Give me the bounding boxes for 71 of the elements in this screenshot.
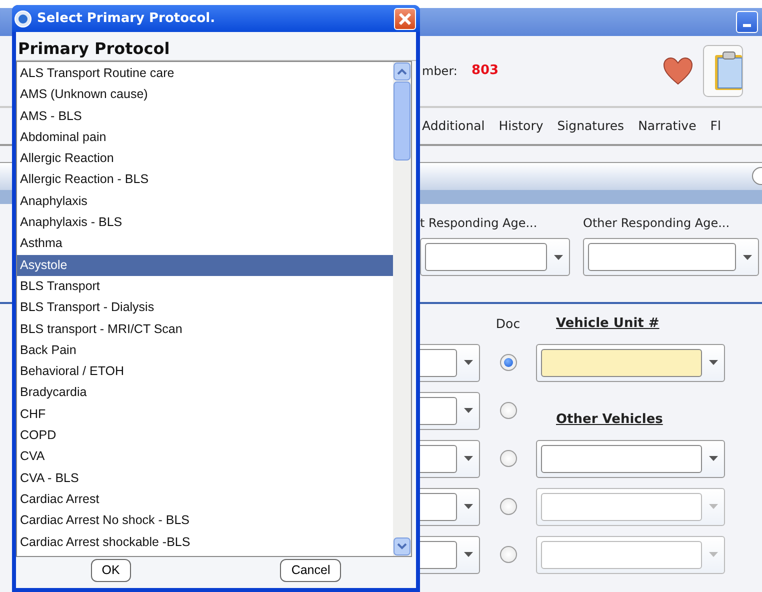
list-item[interactable]: Cardiac Arrest xyxy=(17,488,393,510)
list-item[interactable]: BLS Transport xyxy=(17,276,393,298)
list-item[interactable]: Behavioral / ETOH xyxy=(17,361,393,382)
close-icon xyxy=(398,12,412,26)
caret-icon xyxy=(708,552,718,557)
close-button[interactable] xyxy=(394,8,416,30)
radio-button[interactable] xyxy=(500,450,516,467)
cancel-button[interactable]: Cancel xyxy=(280,559,342,582)
radio-button[interactable] xyxy=(500,498,516,515)
list-item[interactable]: COPD xyxy=(17,425,393,446)
list-item[interactable]: Back Pain xyxy=(17,340,393,362)
list-item[interactable]: AMS (Unknown cause) xyxy=(17,84,393,106)
list-item[interactable]: Anaphylaxis - BLS xyxy=(17,212,393,234)
dropdown[interactable] xyxy=(420,238,570,276)
list-item[interactable]: Asthma xyxy=(17,233,393,255)
list-item[interactable]: CHF xyxy=(17,404,393,426)
dropdown[interactable] xyxy=(420,536,480,574)
field-label: t Responding Age... xyxy=(420,215,538,232)
caret-icon xyxy=(464,552,472,557)
ok-button[interactable]: OK xyxy=(90,559,131,582)
list-item[interactable]: CVA - BLS xyxy=(17,468,393,489)
field-label: Other Responding Age... xyxy=(583,215,731,232)
caret-icon xyxy=(554,254,562,260)
dropdown[interactable] xyxy=(536,344,725,382)
list-item[interactable]: BLS Transport - Dialysis xyxy=(17,297,393,319)
list-item[interactable]: Allergic Reaction xyxy=(17,148,393,170)
list-item[interactable]: Cardiac Arrest No shock - BLS xyxy=(17,510,393,532)
list-item[interactable]: CVA xyxy=(17,446,393,468)
number-value: 803 xyxy=(471,62,499,80)
list-item[interactable]: Anaphylaxis xyxy=(17,190,393,212)
column-label: Doc xyxy=(494,314,522,333)
list-item[interactable]: Asystole xyxy=(17,254,393,276)
list-item[interactable]: BLS transport - MRI/CT Scan xyxy=(17,318,393,340)
heart-icon xyxy=(662,57,693,85)
list-item[interactable]: Allergic Reaction - BLS xyxy=(17,169,393,191)
caret-icon xyxy=(464,360,472,365)
dropdown[interactable] xyxy=(420,344,480,382)
radio-button[interactable] xyxy=(500,402,516,419)
list-item[interactable]: AMS - BLS xyxy=(17,106,393,127)
tab[interactable]: Signatures xyxy=(557,116,624,136)
dropdown[interactable] xyxy=(420,440,480,478)
list-item[interactable]: Abdominal pain xyxy=(17,126,393,148)
radio-button[interactable] xyxy=(500,354,516,371)
caret-icon xyxy=(708,456,718,461)
clipboard-icon xyxy=(714,51,742,91)
clipboard-button[interactable] xyxy=(702,45,743,97)
tab[interactable]: Fl xyxy=(710,116,721,136)
scrollbar[interactable] xyxy=(393,62,411,556)
caret-icon xyxy=(464,456,472,461)
caret-icon xyxy=(742,254,752,260)
tab[interactable]: Additional xyxy=(422,116,485,136)
tab[interactable]: History xyxy=(498,116,544,136)
dropdown[interactable] xyxy=(536,440,725,478)
list-item[interactable]: Bradycardia xyxy=(17,382,393,404)
caret-icon xyxy=(464,504,472,509)
caret-icon xyxy=(708,504,718,509)
section-heading: Vehicle Unit # xyxy=(555,315,660,333)
app-logo-icon xyxy=(14,10,32,28)
caret-icon xyxy=(708,360,718,365)
tab[interactable]: Narrative xyxy=(638,116,696,136)
radio-button[interactable] xyxy=(500,546,516,563)
caret-icon xyxy=(464,408,472,413)
section-heading: Other Vehicles xyxy=(555,411,664,429)
dropdown[interactable] xyxy=(583,238,759,276)
minimize-button[interactable] xyxy=(736,11,758,33)
dropdown[interactable] xyxy=(420,488,480,526)
number-label: mber: xyxy=(422,63,458,80)
list-item[interactable]: ALS Transport Routine care xyxy=(17,63,393,84)
dropdown[interactable] xyxy=(420,392,480,430)
list-item[interactable]: Cardiac Arrest shockable -BLS xyxy=(17,532,393,553)
dialog-title: Select Primary Protocol. xyxy=(37,10,216,28)
